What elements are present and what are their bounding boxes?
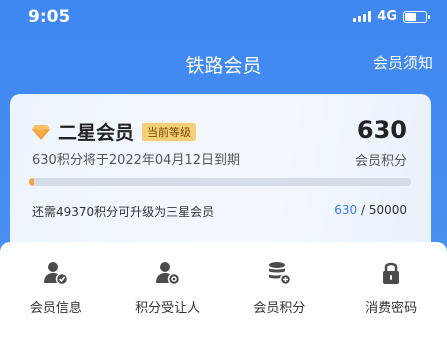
user-settings-icon — [155, 262, 180, 286]
status-bar: 9:05 4G — [0, 0, 447, 34]
lock-icon — [383, 262, 400, 284]
user-check-icon — [43, 262, 69, 286]
status-indicators: 4G — [353, 9, 430, 24]
progress-separator: / — [357, 203, 369, 217]
menu-item-label: 消费密码 — [365, 301, 418, 316]
signal-icon — [353, 11, 372, 22]
member-level-name: 二星会员 — [58, 122, 135, 144]
battery-icon — [403, 10, 430, 23]
progress-target: 50000 — [368, 203, 407, 217]
upgrade-progress-bar — [29, 178, 411, 186]
upgrade-progress-fill — [29, 178, 34, 186]
upgrade-hint: 还需49370积分可升级为三星会员 — [32, 205, 215, 219]
menu-item-payment-password[interactable]: 消费密码 — [335, 242, 447, 337]
status-time: 9:05 — [28, 7, 71, 27]
function-menu: 会员信息 积分受让人 会员积分 消费密码 — [0, 242, 447, 337]
menu-item-points-transferee[interactable]: 积分受让人 — [112, 242, 224, 337]
current-level-badge: 当前等级 — [142, 122, 197, 141]
diamond-icon — [32, 124, 50, 140]
menu-item-label: 会员信息 — [29, 301, 82, 316]
menu-item-member-info[interactable]: 会员信息 — [0, 242, 112, 337]
progress-current: 630 — [334, 203, 358, 217]
points-expire-text: 630积分将于2022年04月12日到期 — [32, 153, 240, 168]
member-notice-link[interactable]: 会员须知 — [373, 52, 433, 73]
member-card: 二星会员 当前等级 630积分将于2022年04月12日到期 630 会员积分 … — [10, 94, 431, 254]
menu-item-member-points[interactable]: 会员积分 — [224, 242, 336, 337]
points-value: 630 — [356, 116, 407, 144]
network-type: 4G — [377, 9, 397, 24]
coins-icon — [269, 262, 292, 286]
menu-item-label: 会员积分 — [253, 301, 306, 316]
menu-item-label: 积分受让人 — [135, 301, 201, 316]
level-row: 二星会员 当前等级 — [32, 118, 197, 145]
progress-ratio: 630 / 50000 — [334, 203, 407, 217]
points-label: 会员积分 — [354, 154, 407, 169]
